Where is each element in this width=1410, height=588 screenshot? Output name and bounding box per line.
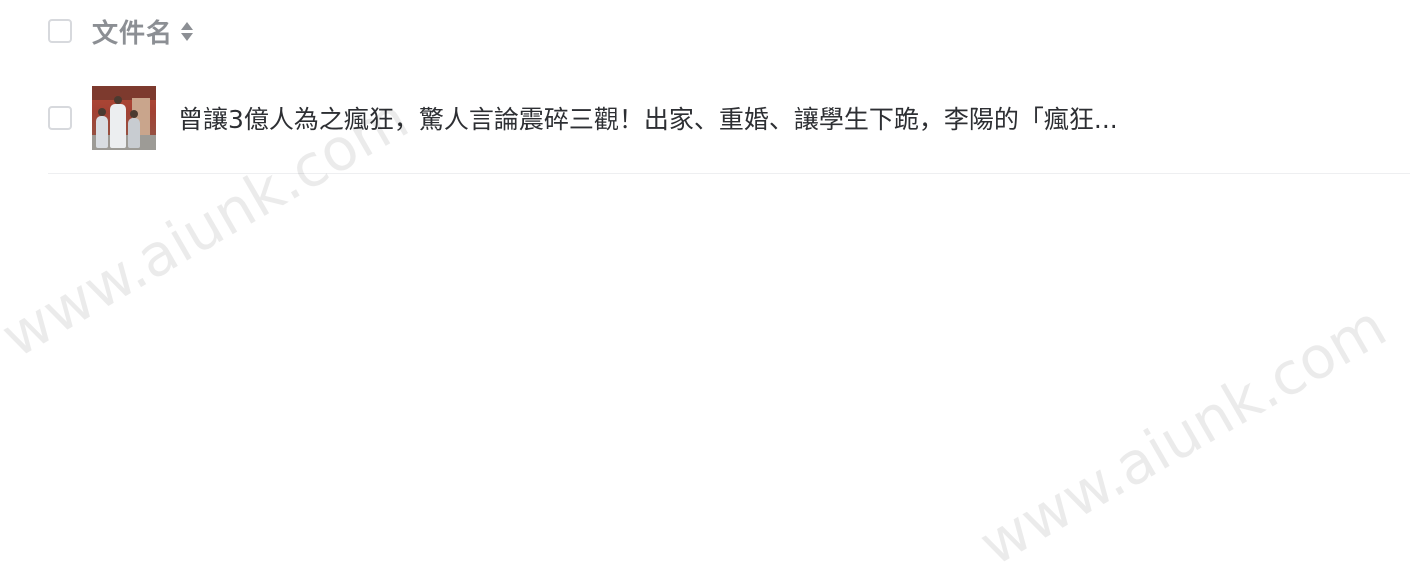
file-row[interactable]: 曾讓3億人為之瘋狂，驚人言論震碎三觀！出家、重婚、讓學生下跪，李陽的「瘋狂... [48, 62, 1410, 174]
watermark: www.aiunk.com [968, 291, 1398, 579]
file-name[interactable]: 曾讓3億人為之瘋狂，驚人言論震碎三觀！出家、重婚、讓學生下跪，李陽的「瘋狂... [178, 100, 1118, 136]
sort-down-icon [181, 32, 194, 41]
column-header-label: 文件名 [92, 18, 174, 49]
list-header: 文件名 [48, 0, 1410, 62]
file-thumbnail[interactable] [92, 85, 156, 150]
column-header-filename[interactable]: 文件名 [92, 13, 194, 50]
sort-icon[interactable] [181, 21, 194, 41]
select-all-checkbox[interactable] [48, 19, 72, 43]
sort-up-icon [181, 21, 194, 30]
file-select-checkbox[interactable] [48, 105, 72, 130]
file-list: 文件名 曾讓3億人為之瘋狂，驚人言論震碎三觀！出家、重婚、讓學生下跪，李陽的「瘋… [48, 0, 1410, 174]
